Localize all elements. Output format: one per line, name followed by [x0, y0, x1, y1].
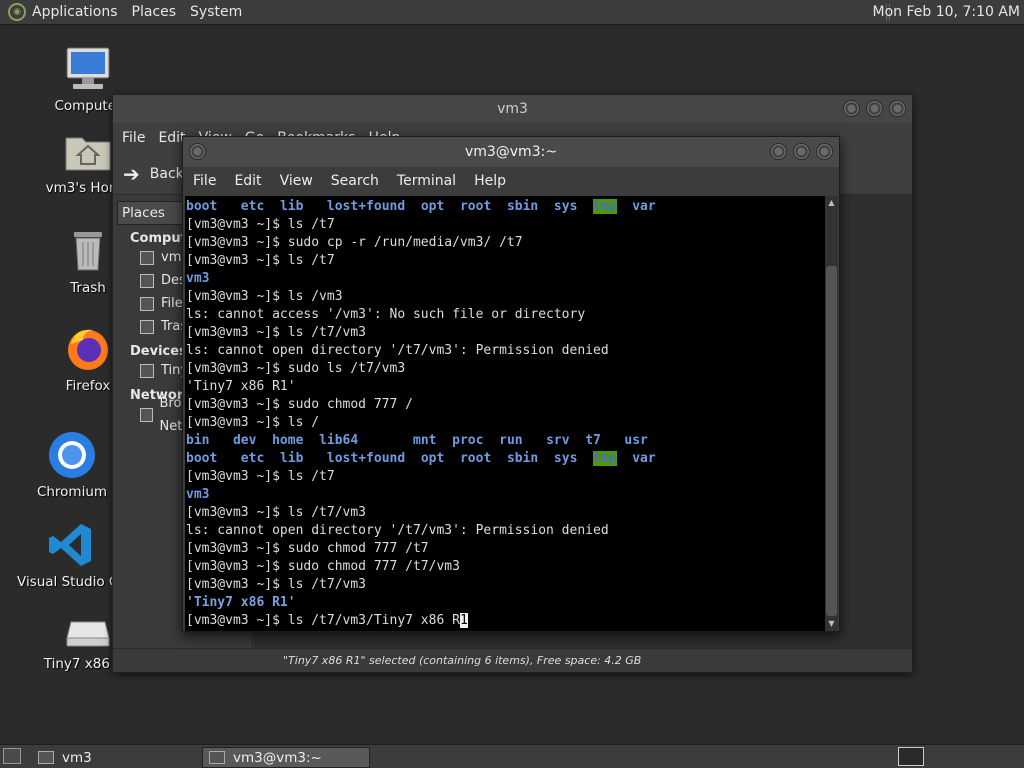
terminal-line: ls: cannot open directory '/t7/vm3': Per… — [186, 343, 609, 358]
menu-view[interactable]: View — [280, 173, 313, 189]
desktop-icon — [140, 273, 154, 288]
menu-applications[interactable]: Applications — [32, 4, 118, 20]
desktop-icon-label: Chromium — [36, 484, 108, 500]
window-title: vm3 — [497, 101, 528, 117]
terminal-line: [vm3@vm3 ~]$ sudo chmod 777 /t7/vm3 — [186, 559, 460, 574]
home-icon — [140, 250, 154, 265]
trash-icon — [74, 232, 102, 271]
terminal-line: bin dev home lib64 mnt proc run srv t7 u… — [186, 433, 648, 448]
terminal-line: [vm3@vm3 ~]$ sudo ls /t7/vm3 — [186, 361, 406, 376]
computer-icon — [66, 47, 110, 89]
terminal-window: vm3@vm3:~ File Edit View Search Terminal… — [182, 136, 840, 632]
terminal-line: [vm3@vm3 ~]$ ls /t7 — [186, 217, 335, 232]
terminal-line: [vm3@vm3 ~]$ ls /t7 — [186, 253, 335, 268]
window-title: vm3@vm3:~ — [464, 144, 558, 160]
scroll-up-icon[interactable]: ▲ — [825, 196, 838, 210]
desktop-icon-vscode[interactable]: Visual Studio Code — [17, 520, 127, 590]
home-folder-icon — [65, 137, 111, 171]
terminal-output[interactable]: boot etc lib lost+found opt root sbin sy… — [185, 196, 826, 631]
taskbar-item-label: vm3@vm3:~ — [233, 749, 322, 766]
terminal-line: 'Tiny7 x86 R1' — [186, 595, 296, 610]
desktop-icon-chromium[interactable]: Chromium — [17, 430, 127, 500]
drive-icon — [140, 363, 154, 378]
filesystem-icon — [140, 296, 154, 311]
chromium-icon — [49, 432, 95, 478]
terminal-line: 'Tiny7 x86 R1' — [186, 379, 296, 394]
close-button[interactable] — [889, 100, 906, 117]
menu-file[interactable]: File — [193, 173, 216, 189]
minimize-button[interactable] — [843, 100, 860, 117]
scrollbar-thumb[interactable] — [826, 266, 837, 616]
firefox-icon — [68, 329, 108, 370]
back-arrow-icon[interactable]: ➔ — [123, 162, 140, 186]
workspace-switcher[interactable] — [898, 747, 924, 766]
menu-edit[interactable]: Edit — [234, 173, 261, 189]
back-button[interactable]: Back — [150, 166, 184, 182]
terminal-titlebar[interactable]: vm3@vm3:~ — [183, 137, 839, 167]
terminal-line: vm3 — [186, 271, 210, 286]
scroll-down-icon[interactable]: ▼ — [825, 617, 838, 631]
terminal-line: [vm3@vm3 ~]$ ls /t7/vm3 — [186, 505, 367, 520]
folder-icon — [38, 751, 54, 764]
bottom-panel: vm3 vm3@vm3:~ — [0, 744, 1024, 768]
terminal-line: vm3 — [186, 487, 210, 502]
top-panel: ◉ Applications Places System Mon Feb 10,… — [0, 0, 1024, 25]
terminal-line: ls: cannot access '/vm3': No such file o… — [186, 307, 586, 322]
file-manager-titlebar[interactable]: vm3 — [113, 95, 912, 123]
terminal-icon — [209, 751, 225, 764]
taskbar-item-label: vm3 — [62, 749, 92, 766]
maximize-button[interactable] — [866, 100, 883, 117]
clock[interactable]: Mon Feb 10, 7:10 AM — [873, 4, 1020, 20]
menu-file[interactable]: File — [122, 130, 145, 146]
terminal-scrollbar[interactable]: ▲ ▼ — [825, 196, 838, 631]
show-desktop-button[interactable] — [3, 748, 21, 764]
taskbar-item-terminal[interactable]: vm3@vm3:~ — [202, 747, 370, 768]
vscode-icon — [49, 524, 91, 566]
terminal-line: [vm3@vm3 ~]$ ls / — [186, 415, 320, 430]
menu-terminal[interactable]: Terminal — [397, 173, 456, 189]
network-icon — [140, 407, 153, 422]
terminal-line: [vm3@vm3 ~]$ ls /t7/vm3 — [186, 577, 367, 592]
distro-logo-icon[interactable]: ◉ — [8, 3, 26, 21]
terminal-line: [vm3@vm3 ~]$ sudo cp -r /run/media/vm3/ … — [186, 235, 523, 250]
terminal-line: ls: cannot open directory '/t7/vm3': Per… — [186, 523, 609, 538]
terminal-line: [vm3@vm3 ~]$ ls /t7/vm3/Tiny7 x86 R1 — [186, 613, 468, 628]
terminal-line: [vm3@vm3 ~]$ ls /vm3 — [186, 289, 343, 304]
maximize-button[interactable] — [793, 143, 810, 160]
terminal-line: [vm3@vm3 ~]$ ls /t7 — [186, 469, 335, 484]
terminal-line: [vm3@vm3 ~]$ ls /t7/vm3 — [186, 325, 367, 340]
terminal-line: [vm3@vm3 ~]$ sudo chmod 777 / — [186, 397, 413, 412]
desktop-icon-label: Visual Studio Code — [17, 574, 127, 590]
terminal-line: boot etc lib lost+found opt root sbin sy… — [186, 199, 656, 214]
minimize-button[interactable] — [770, 143, 787, 160]
trash-icon — [140, 319, 154, 334]
close-button[interactable] — [816, 143, 833, 160]
window-menu-button[interactable] — [189, 143, 206, 160]
drive-icon — [66, 621, 110, 647]
terminal-line: boot etc lib lost+found opt root sbin sy… — [186, 451, 656, 466]
menu-help[interactable]: Help — [474, 173, 506, 189]
menu-system[interactable]: System — [190, 4, 242, 20]
menu-search[interactable]: Search — [331, 173, 379, 189]
menu-places[interactable]: Places — [132, 4, 177, 20]
terminal-menubar: File Edit View Search Terminal Help — [183, 167, 839, 195]
status-bar: "Tiny7 x86 R1" selected (containing 6 it… — [113, 648, 912, 672]
terminal-line: [vm3@vm3 ~]$ sudo chmod 777 /t7 — [186, 541, 429, 556]
taskbar-item-file-manager[interactable]: vm3 — [32, 747, 202, 768]
